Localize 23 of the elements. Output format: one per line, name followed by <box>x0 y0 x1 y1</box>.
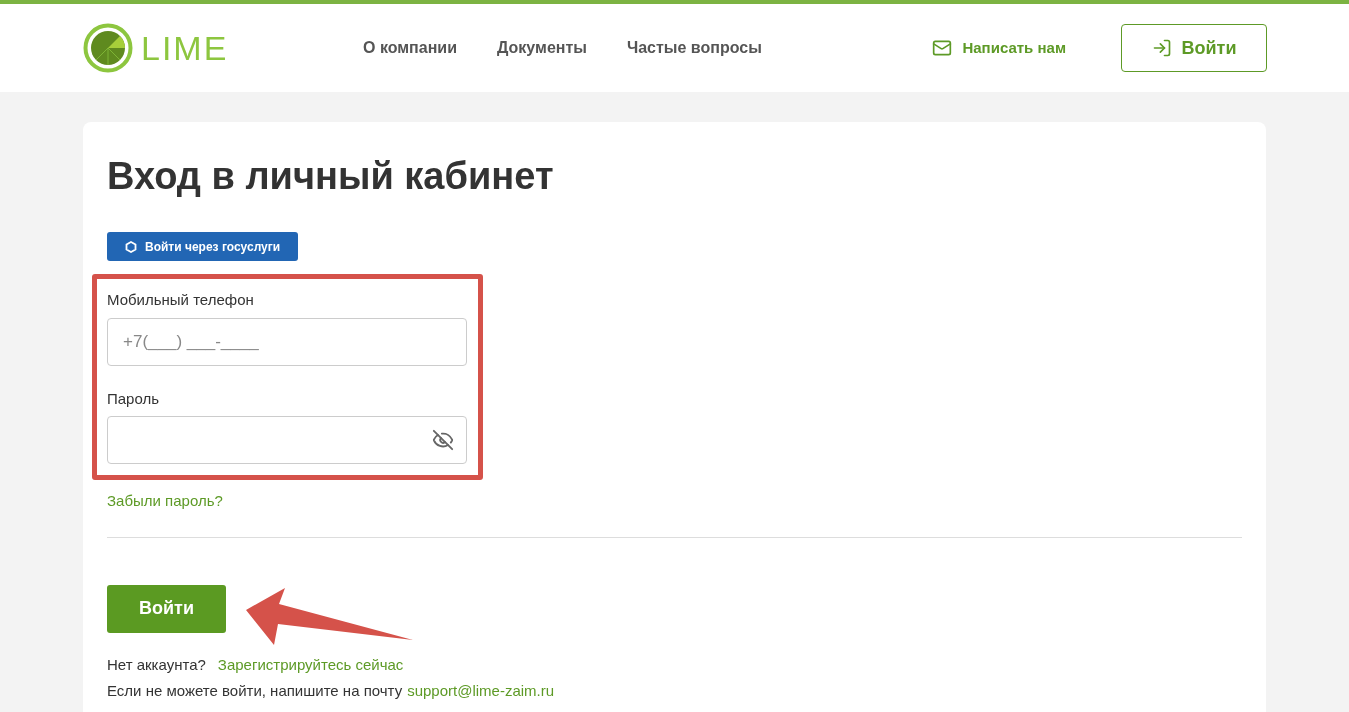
support-text: Если не можете войти, напишите на почту <box>107 680 403 701</box>
hide-password-icon[interactable] <box>432 429 454 451</box>
forgot-password-link[interactable]: Забыли пароль? <box>107 490 1242 513</box>
field-label: Мобильный телефон <box>107 290 255 310</box>
gosuslugi-button[interactable]: Войти через госуслуги <box>107 232 299 261</box>
field-label: Пароль <box>107 388 161 409</box>
submit-button[interactable]: Войти <box>107 584 226 633</box>
nav-link[interactable]: О компании <box>363 36 457 60</box>
nav-link[interactable]: Частые вопросы <box>626 36 762 60</box>
nav-link[interactable]: Документы <box>497 36 587 60</box>
lime-logo-icon <box>83 23 133 73</box>
phone-field[interactable]: +7(___) ___-____ <box>107 317 467 366</box>
hexagon-icon <box>125 240 137 253</box>
login-button[interactable]: Войти <box>1121 24 1267 72</box>
page-title: Вход в личный кабинет <box>107 154 555 199</box>
logo-text: LIME <box>141 27 229 69</box>
register-link[interactable]: Зарегистрируйтесь сейчас <box>217 654 404 675</box>
contact-link[interactable]: Написать нам <box>932 36 1066 60</box>
support-email-link[interactable]: support@lime-zaim.ru <box>407 680 555 701</box>
mail-icon <box>932 38 953 58</box>
password-field[interactable] <box>107 416 467 464</box>
login-icon <box>1151 38 1172 58</box>
register-prompt: Нет аккаунта? <box>107 654 206 675</box>
